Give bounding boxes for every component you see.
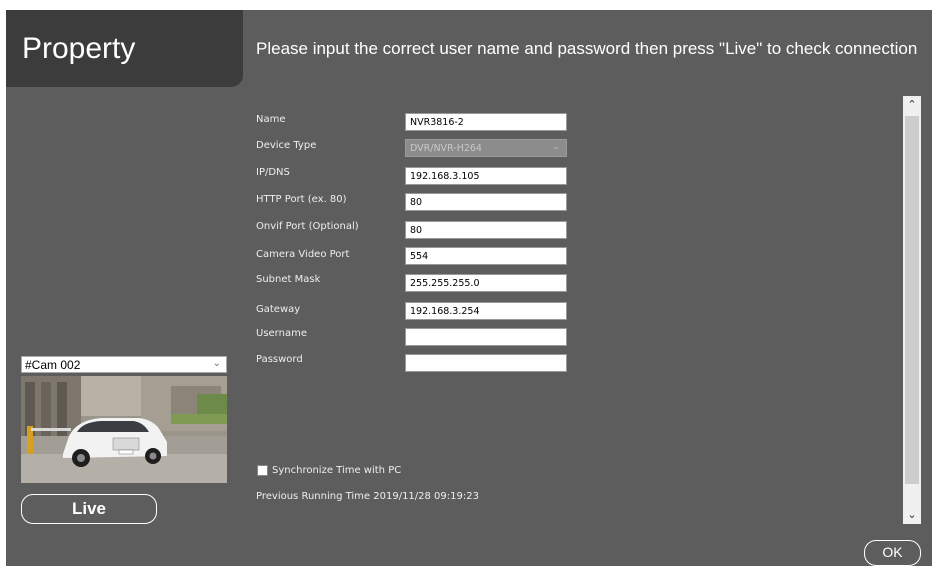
live-button[interactable]: Live xyxy=(21,494,157,524)
username-field[interactable] xyxy=(405,328,567,346)
sync-time-label: Synchronize Time with PC xyxy=(272,465,402,476)
subnet-mask-label: Subnet Mask xyxy=(256,274,321,285)
property-window: Property Please input the correct user n… xyxy=(6,10,932,566)
password-field[interactable] xyxy=(405,354,567,372)
camera-select[interactable]: #Cam 002 ⌄ xyxy=(21,356,227,373)
subnet-mask-field[interactable] xyxy=(405,274,567,292)
onvif-port-field[interactable] xyxy=(405,221,567,239)
chevron-up-icon[interactable]: ⌃ xyxy=(903,96,921,114)
ok-button[interactable]: OK xyxy=(864,540,921,566)
title-tab: Property xyxy=(6,10,243,87)
device-type-select: DVR/NVR-H264 ⌄ xyxy=(405,139,567,157)
chevron-down-icon: ⌄ xyxy=(212,358,221,369)
camera-preview-image xyxy=(21,376,227,483)
gateway-label: Gateway xyxy=(256,304,301,315)
chevron-down-icon[interactable]: ⌄ xyxy=(903,506,921,524)
ip-dns-field[interactable] xyxy=(405,167,567,185)
page-title: Property xyxy=(22,32,136,65)
video-port-field[interactable] xyxy=(405,247,567,265)
password-label: Password xyxy=(256,354,303,365)
name-field[interactable] xyxy=(405,113,567,131)
device-type-value: DVR/NVR-H264 xyxy=(410,143,482,154)
chevron-down-icon: ⌄ xyxy=(552,142,560,152)
video-port-label: Camera Video Port xyxy=(256,249,350,260)
form-scrollbar[interactable]: ⌃ ⌄ xyxy=(903,96,921,524)
onvif-port-label: Onvif Port (Optional) xyxy=(256,221,359,232)
previous-running-time: Previous Running Time 2019/11/28 09:19:2… xyxy=(256,491,479,502)
camera-select-value: #Cam 002 xyxy=(25,358,81,372)
camera-preview-scene xyxy=(21,376,227,483)
gateway-field[interactable] xyxy=(405,302,567,320)
device-type-label: Device Type xyxy=(256,140,317,151)
name-label: Name xyxy=(256,114,286,125)
instruction-text: Please input the correct user name and p… xyxy=(256,39,918,58)
ip-dns-label: IP/DNS xyxy=(256,167,290,178)
http-port-field[interactable] xyxy=(405,193,567,211)
app-root: Property Please input the correct user n… xyxy=(0,0,939,569)
http-port-label: HTTP Port (ex. 80) xyxy=(256,194,347,205)
username-label: Username xyxy=(256,328,307,339)
scrollbar-thumb[interactable] xyxy=(905,116,919,484)
sync-time-checkbox[interactable] xyxy=(257,465,268,476)
